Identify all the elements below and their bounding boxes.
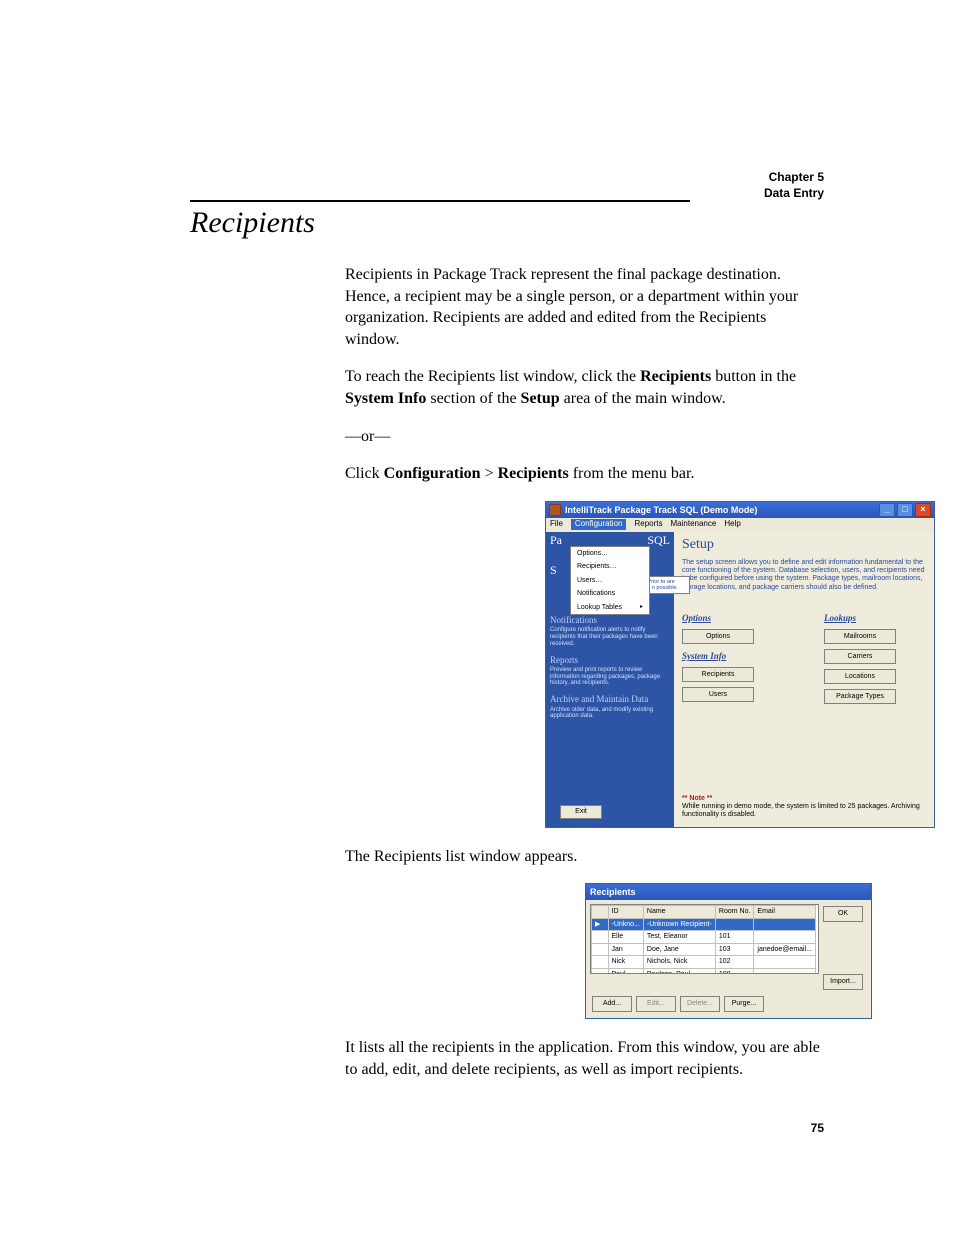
menu-configuration[interactable]: Configuration (571, 519, 627, 530)
left-strip-s: S (550, 562, 557, 578)
table-row[interactable]: Paul Paulson, Paul 100 (592, 968, 816, 974)
paragraph-reach: To reach the Recipients list window, cli… (345, 366, 824, 409)
table-row[interactable]: ▶ -Unkno... -Unknown Recipient- (592, 918, 816, 930)
maximize-button[interactable]: □ (897, 503, 913, 517)
menu-help[interactable]: Help (724, 519, 740, 530)
add-button[interactable]: Add... (592, 996, 632, 1012)
chapter-label: Chapter 5 (764, 170, 824, 186)
menubar: File Configuration Reports Maintenance H… (546, 518, 934, 533)
col-email[interactable]: Email (754, 906, 816, 918)
users-button[interactable]: Users (682, 687, 754, 702)
section-title: Recipients (190, 200, 690, 240)
dropdown-notifications[interactable]: Notifications (571, 587, 649, 600)
screenshot-recipients-window: Recipients ID Name Room No. Email ▶ (585, 883, 872, 1019)
nav-reports-head[interactable]: Reports (550, 654, 670, 666)
recipients-button[interactable]: Recipients (682, 667, 754, 682)
nav-reports-desc: Preview and print reports to review info… (550, 667, 670, 688)
system-info-heading: System Info (682, 650, 754, 662)
nav-notifications-desc: Configure notification alerts to notify … (550, 627, 670, 648)
package-types-button[interactable]: Package Types (824, 689, 896, 704)
dropdown-users[interactable]: Users… (571, 574, 649, 587)
recipients-window-title: Recipients (586, 884, 871, 900)
paragraph-menu-path: Click Configuration > Recipients from th… (345, 463, 824, 485)
table-header-row: ID Name Room No. Email (592, 906, 816, 918)
paragraph-intro: Recipients in Package Track represent th… (345, 264, 824, 350)
exit-button[interactable]: Exit (560, 805, 602, 819)
left-strip-pa: Pa (550, 532, 562, 546)
close-button[interactable]: × (915, 503, 931, 517)
row-marker-header (592, 906, 609, 918)
nav-notifications-head[interactable]: Notifications (550, 614, 670, 626)
minimize-button[interactable]: _ (879, 503, 895, 517)
dropdown-recipients[interactable]: Recipients… (571, 560, 649, 573)
configuration-dropdown: Options… Recipients… Users… Notification… (570, 546, 650, 615)
menu-maintenance[interactable]: Maintenance (671, 519, 717, 530)
options-button[interactable]: Options (682, 629, 754, 644)
locations-button[interactable]: Locations (824, 669, 896, 684)
page-header: Chapter 5 Data Entry (764, 170, 824, 201)
ok-button[interactable]: OK (823, 906, 863, 922)
window-title: IntelliTrack Package Track SQL (Demo Mod… (565, 504, 757, 516)
chapter-subtitle: Data Entry (764, 186, 824, 202)
setup-description: The setup screen allows you to define an… (682, 559, 926, 593)
dropdown-lookup-tables[interactable]: Lookup Tables (571, 601, 649, 614)
col-id[interactable]: ID (608, 906, 643, 918)
table-row[interactable]: Elle Test, Eleanor 101 (592, 931, 816, 943)
purge-button[interactable]: Purge... (724, 996, 764, 1012)
nav-archive-head[interactable]: Archive and Maintain Data (550, 693, 670, 705)
table-row[interactable]: Jan Doe, Jane 103 janedoe@email... (592, 943, 816, 955)
delete-button[interactable]: Delete... (680, 996, 720, 1012)
paragraph-summary: It lists all the recipients in the appli… (345, 1037, 824, 1080)
import-button[interactable]: Import... (823, 974, 863, 990)
recipients-table-wrap: ID Name Room No. Email ▶ -Unkno... -Unkn… (590, 904, 819, 974)
window-titlebar: IntelliTrack Package Track SQL (Demo Mod… (546, 502, 934, 518)
note-body: While running in demo mode, the system i… (682, 803, 926, 818)
left-navigation-panel: Pa SQL Options… Recipients… Users… Notif… (546, 532, 674, 827)
dropdown-options[interactable]: Options… (571, 547, 649, 560)
left-strip-sql: SQL (647, 532, 670, 546)
options-column: Options Options System Info Recipients U… (682, 612, 754, 709)
note-heading: ** Note ** (682, 794, 926, 803)
options-heading: Options (682, 612, 754, 624)
lookups-heading: Lookups (824, 612, 896, 624)
menu-file[interactable]: File (550, 519, 563, 530)
screenshot-setup-window: IntelliTrack Package Track SQL (Demo Mod… (545, 501, 935, 828)
nav-archive-desc: Archive older data, and modify existing … (550, 707, 670, 721)
menu-reports[interactable]: Reports (634, 519, 662, 530)
lookups-column: Lookups Mailrooms Carriers Locations Pac… (824, 612, 896, 709)
setup-heading: Setup (682, 536, 926, 555)
col-name[interactable]: Name (643, 906, 715, 918)
col-room[interactable]: Room No. (715, 906, 754, 918)
mailrooms-button[interactable]: Mailrooms (824, 629, 896, 644)
setup-panel: Setup The setup screen allows you to def… (674, 532, 934, 827)
paragraph-list-appears: The Recipients list window appears. (345, 846, 824, 868)
edit-button[interactable]: Edit... (636, 996, 676, 1012)
page-number: 75 (811, 1121, 824, 1135)
table-row[interactable]: Nick Nichols, Nick 102 (592, 956, 816, 968)
or-divider: —or— (345, 426, 824, 448)
carriers-button[interactable]: Carriers (824, 649, 896, 664)
app-icon (549, 504, 561, 516)
recipients-table: ID Name Room No. Email ▶ -Unkno... -Unkn… (591, 905, 816, 974)
